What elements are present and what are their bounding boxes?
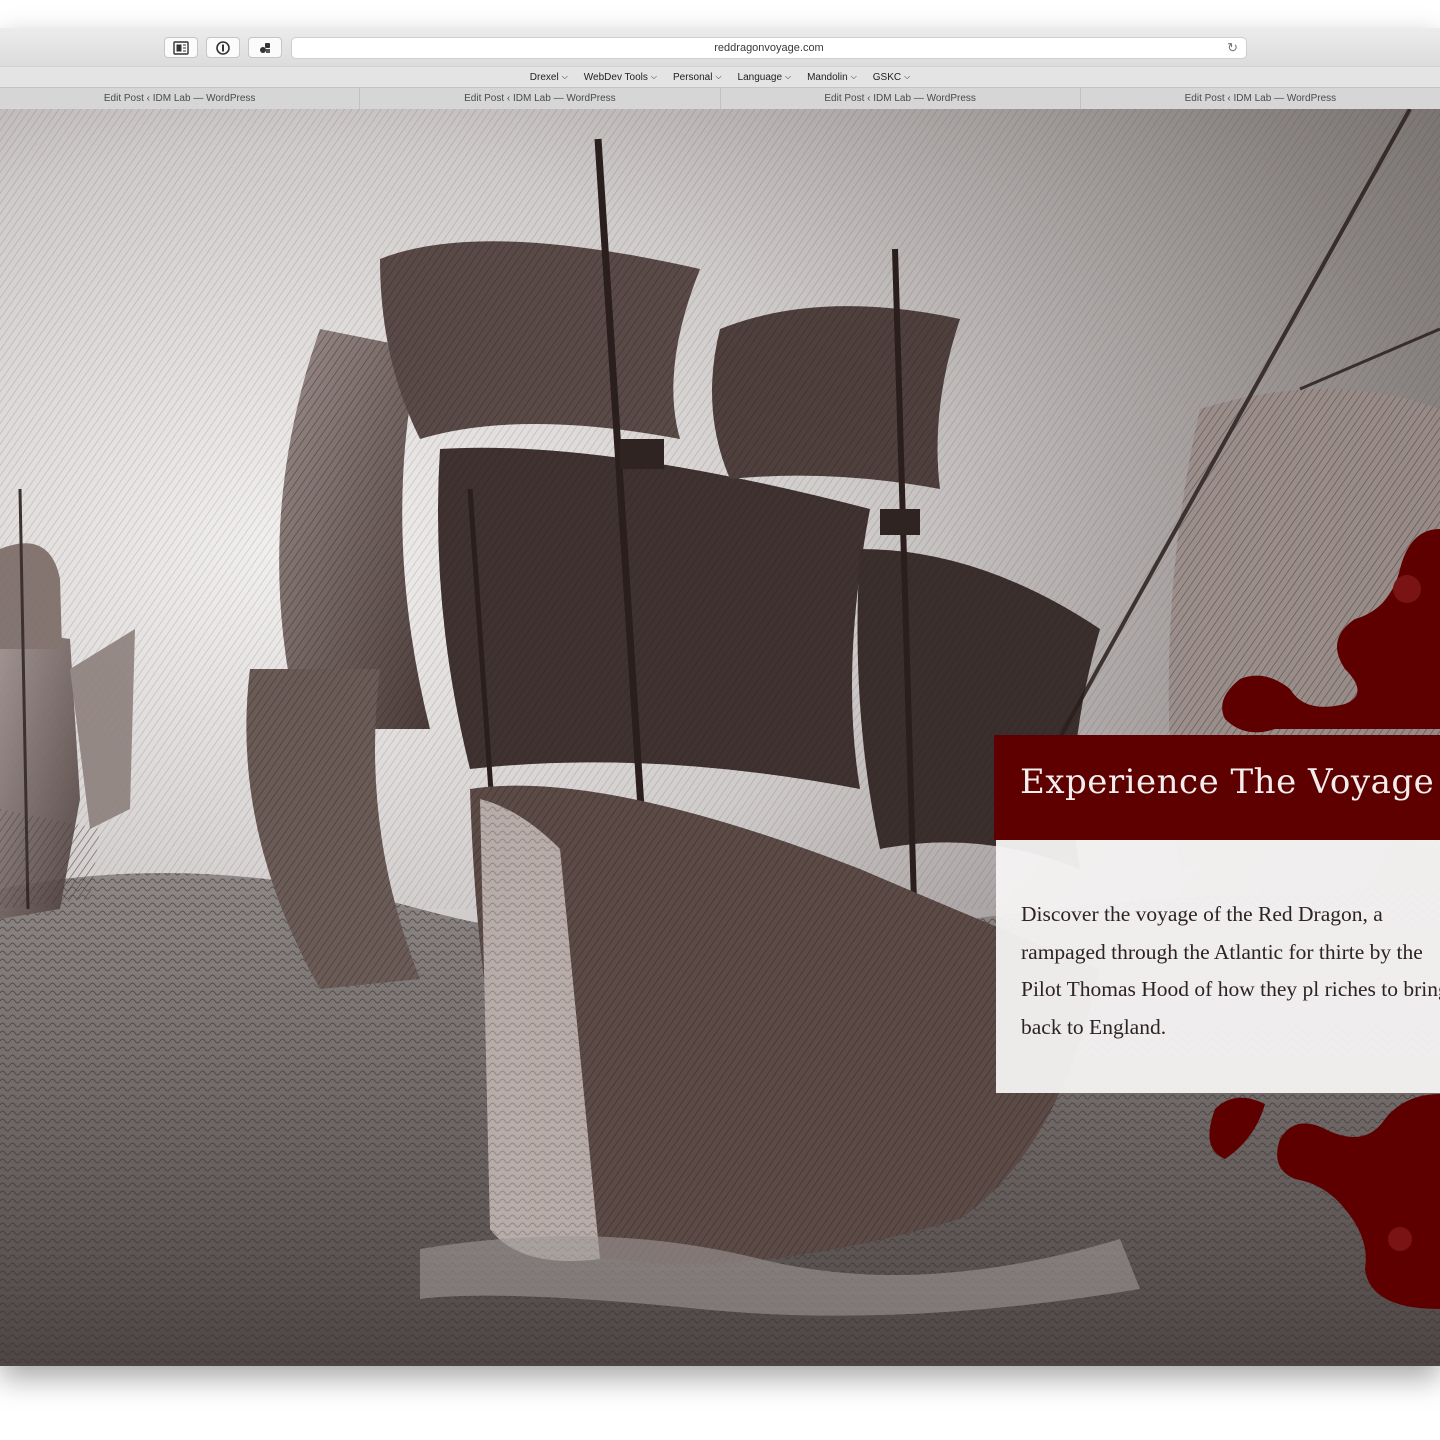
favorite-label: Language — [737, 71, 783, 83]
extension-icon[interactable] — [248, 37, 282, 58]
favorite-mandolin[interactable]: Mandolin ⌵ — [799, 72, 865, 83]
favorite-drexel[interactable]: Drexel ⌵ — [522, 72, 576, 83]
address-bar[interactable]: reddragonvoyage.com ↻ — [291, 37, 1247, 59]
chevron-down-icon: ⌵ — [850, 72, 857, 81]
chevron-down-icon: ⌵ — [715, 72, 722, 81]
chevron-down-icon: ⌵ — [561, 72, 568, 81]
chevron-down-icon: ⌵ — [785, 72, 792, 81]
browser-window: reddragonvoyage.com ↻ Drexel ⌵ WebDev Too… — [0, 28, 1440, 1366]
tab-1[interactable]: Edit Post ‹ IDM Lab — WordPress — [0, 88, 361, 109]
favorite-personal[interactable]: Personal ⌵ — [665, 72, 730, 83]
card-description: Discover the voyage of the Red Dragon, a… — [1021, 902, 1440, 1039]
reader-icon[interactable] — [164, 37, 198, 58]
favorite-language[interactable]: Language ⌵ — [730, 72, 800, 83]
tab-3[interactable]: Edit Post ‹ IDM Lab — WordPress — [721, 88, 1081, 109]
hero-section: Experience The Voyage Discover the voyag… — [0, 109, 1440, 1366]
tab-bar: Edit Post ‹ IDM Lab — WordPress Edit Pos… — [0, 87, 1440, 110]
browser-toolbar: reddragonvoyage.com ↻ — [0, 28, 1440, 66]
favorite-label: Drexel — [529, 71, 559, 83]
card-body: Discover the voyage of the Red Dragon, a… — [996, 840, 1440, 1093]
tab-2[interactable]: Edit Post ‹ IDM Lab — WordPress — [360, 88, 721, 109]
favorite-label: Mandolin — [807, 71, 848, 83]
chevron-down-icon: ⌵ — [904, 72, 911, 81]
favorite-label: Personal — [672, 71, 713, 83]
tab-4[interactable]: Edit Post ‹ IDM Lab — WordPress — [1081, 88, 1440, 109]
reload-icon[interactable]: ↻ — [1227, 38, 1238, 58]
favorite-label: WebDev Tools — [583, 71, 648, 83]
card-title: Experience The Voyage — [1020, 762, 1435, 802]
favorites-bar: Drexel ⌵ WebDev Tools ⌵ Personal ⌵ Language… — [0, 66, 1440, 87]
info-icon[interactable] — [206, 37, 240, 58]
card-title-bar: Experience The Voyage — [994, 735, 1440, 840]
address-text: reddragonvoyage.com — [714, 42, 824, 54]
favorite-gskc[interactable]: GSKC ⌵ — [865, 72, 918, 83]
chevron-down-icon: ⌵ — [650, 72, 657, 81]
favorite-label: GSKC — [872, 71, 902, 83]
favorite-webdev-tools[interactable]: WebDev Tools ⌵ — [576, 72, 665, 83]
